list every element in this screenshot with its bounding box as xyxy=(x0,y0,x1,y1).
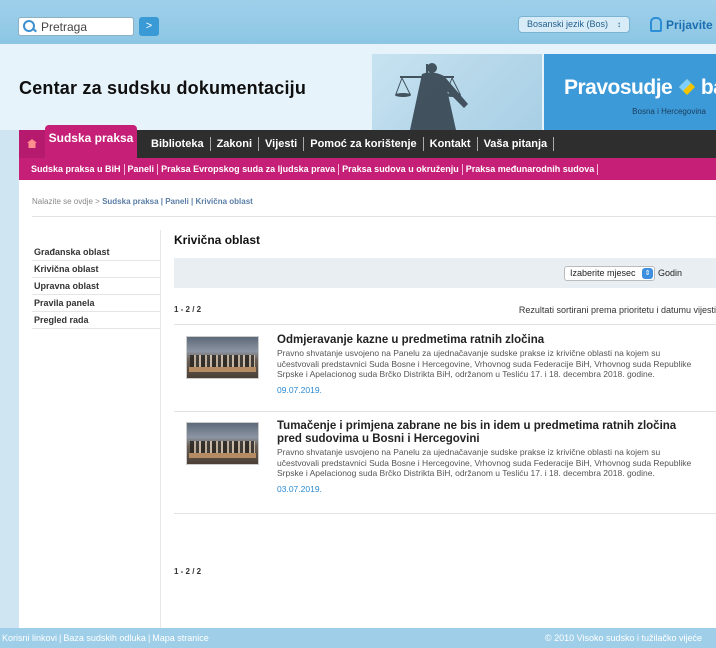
page-title: Krivična oblast xyxy=(174,233,261,247)
article-item[interactable]: Odmjeravanje kazne u predmetima ratnih z… xyxy=(174,328,716,410)
nav-tab-sudska-praksa[interactable]: Sudska praksa xyxy=(45,125,137,158)
brand-subtitle: Bosna i Hercegovina xyxy=(632,107,706,116)
article-thumbnail[interactable] xyxy=(186,336,259,379)
nav-items: Biblioteka Zakoni Vijesti Pomoć za koriš… xyxy=(145,130,555,158)
footer-link-korisni-linkovi[interactable]: Korisni linkovi xyxy=(0,633,59,643)
article-thumbnail[interactable] xyxy=(186,422,259,465)
bih-flag-icon xyxy=(678,79,695,95)
footer-copyright: © 2010 Visoko sudsko i tužilačko vijeće xyxy=(545,633,703,643)
search-box[interactable] xyxy=(18,17,134,36)
breadcrumb-path[interactable]: Sudska praksa | Paneli | Krivična oblast xyxy=(102,197,253,206)
user-icon xyxy=(650,17,662,32)
divider xyxy=(174,513,716,514)
login-link[interactable]: Prijavite se xyxy=(650,17,716,32)
home-icon xyxy=(27,139,37,148)
subnav-item-paneli[interactable]: Paneli xyxy=(125,163,159,175)
pagination-bottom: 1 - 2 / 2 xyxy=(174,567,202,576)
main-nav: Sudska praksa Biblioteka Zakoni Vijesti … xyxy=(19,125,716,158)
sidebar-item-upravna[interactable]: Upravna oblast xyxy=(32,278,160,295)
sub-nav: Sudska praksa u BiH Paneli Praksa Evrops… xyxy=(19,158,716,180)
sidebar-divider xyxy=(160,230,161,628)
language-select[interactable]: Bosanski jezik (Bos) ↕ xyxy=(518,16,630,33)
sidebar-item-pravila-panela[interactable]: Pravila panela xyxy=(32,295,160,312)
breadcrumb-prefix: Nalazite se ovdje > xyxy=(32,197,100,206)
article-summary: Pravno shvatanje usvojeno na Panelu za u… xyxy=(277,348,692,379)
nav-item-kontakt[interactable]: Kontakt xyxy=(424,137,478,151)
thumbnail-table xyxy=(189,453,256,458)
article-body: Odmjeravanje kazne u predmetima ratnih z… xyxy=(277,334,697,395)
article-title[interactable]: Tumačenje i primjena zabrane ne bis in i… xyxy=(277,420,697,446)
site-header: Centar za sudsku dokumentaciju Pravosudj… xyxy=(0,44,716,130)
login-label: Prijavite se xyxy=(666,18,716,32)
footer-link-mapa-stranice[interactable]: Mapa stranice xyxy=(150,633,211,643)
home-button[interactable] xyxy=(19,130,45,158)
article-date: 03.07.2019. xyxy=(277,483,322,494)
footer-link-baza-odluka[interactable]: Baza sudskih odluka xyxy=(61,633,148,643)
article-item[interactable]: Tumačenje i primjena zabrane ne bis in i… xyxy=(174,414,716,512)
breadcrumb-divider xyxy=(32,216,716,217)
subnav-item-okruzenje[interactable]: Praksa sudova u okruženju xyxy=(339,163,463,175)
justice-statue-image xyxy=(372,54,542,130)
article-summary: Pravno shvatanje usvojeno na Panelu za u… xyxy=(277,447,692,478)
subnav-item-evropski-sud[interactable]: Praksa Evropskog suda za ljudska prava xyxy=(158,163,340,175)
search-icon xyxy=(22,19,38,35)
month-select-value: Izaberite mjesec xyxy=(570,268,636,278)
breadcrumb: Nalazite se ovdje > Sudska praksa | Pane… xyxy=(32,197,253,206)
divider xyxy=(174,324,716,325)
footer-links: Korisni linkovi | Baza sudskih odluka | Mapa… xyxy=(0,633,211,643)
month-select[interactable]: Izaberite mjesec ⇕ xyxy=(564,266,655,281)
nav-item-vasa-pitanja[interactable]: Vaša pitanja xyxy=(478,137,555,151)
select-arrows-icon: ⇕ xyxy=(642,268,653,279)
footer: Korisni linkovi | Baza sudskih odluka | Mapa… xyxy=(0,628,716,648)
sidebar-item-gradjanska[interactable]: Građanska oblast xyxy=(32,244,160,261)
content-panel: Nalazite se ovdje > Sudska praksa | Pane… xyxy=(19,180,716,628)
site-title[interactable]: Centar za sudsku dokumentaciju xyxy=(19,78,306,99)
sort-note: Rezultati sortirani prema prioritetu i d… xyxy=(518,305,716,315)
justice-statue-icon xyxy=(395,63,468,130)
subnav-item-medjunarodni-sudovi[interactable]: Praksa međunarodnih sudova xyxy=(463,163,599,175)
article-body: Tumačenje i primjena zabrane ne bis in i… xyxy=(277,420,697,494)
subnav-item-sudska-praksa-bih[interactable]: Sudska praksa u BiH xyxy=(31,163,125,175)
search-submit-button[interactable]: > xyxy=(139,17,159,36)
sidebar: Građanska oblast Krivična oblast Upravna… xyxy=(32,244,160,329)
top-bar: > Bosanski jezik (Bos) ↕ Prijavite se xyxy=(0,0,716,44)
pagination-top: 1 - 2 / 2 xyxy=(174,305,202,314)
divider xyxy=(174,411,716,412)
nav-item-vijesti[interactable]: Vijesti xyxy=(259,137,305,151)
thumbnail-table xyxy=(189,367,256,372)
nav-item-zakoni[interactable]: Zakoni xyxy=(211,137,260,151)
brand-name: Pravosudje ba xyxy=(564,76,716,100)
article-date: 09.07.2019. xyxy=(277,384,322,395)
article-title[interactable]: Odmjeravanje kazne u predmetima ratnih z… xyxy=(277,334,697,347)
brand-name-right: ba xyxy=(700,76,716,99)
select-arrows-icon: ↕ xyxy=(617,20,621,29)
brand-name-left: Pravosudje xyxy=(564,76,673,99)
sidebar-item-pregled-rada[interactable]: Pregled rada xyxy=(32,312,160,329)
nav-item-biblioteka[interactable]: Biblioteka xyxy=(145,137,211,151)
nav-item-pomoc[interactable]: Pomoć za korištenje xyxy=(304,137,424,151)
language-selected-value: Bosanski jezik (Bos) xyxy=(527,19,609,29)
search-input[interactable] xyxy=(41,19,131,34)
sidebar-item-krivicna[interactable]: Krivična oblast xyxy=(32,261,160,278)
year-select-label[interactable]: Godin xyxy=(658,268,682,278)
brand-logo[interactable]: Pravosudje ba Bosna i Hercegovina xyxy=(544,54,716,130)
filter-bar: Izaberite mjesec ⇕ Godin xyxy=(174,258,716,288)
